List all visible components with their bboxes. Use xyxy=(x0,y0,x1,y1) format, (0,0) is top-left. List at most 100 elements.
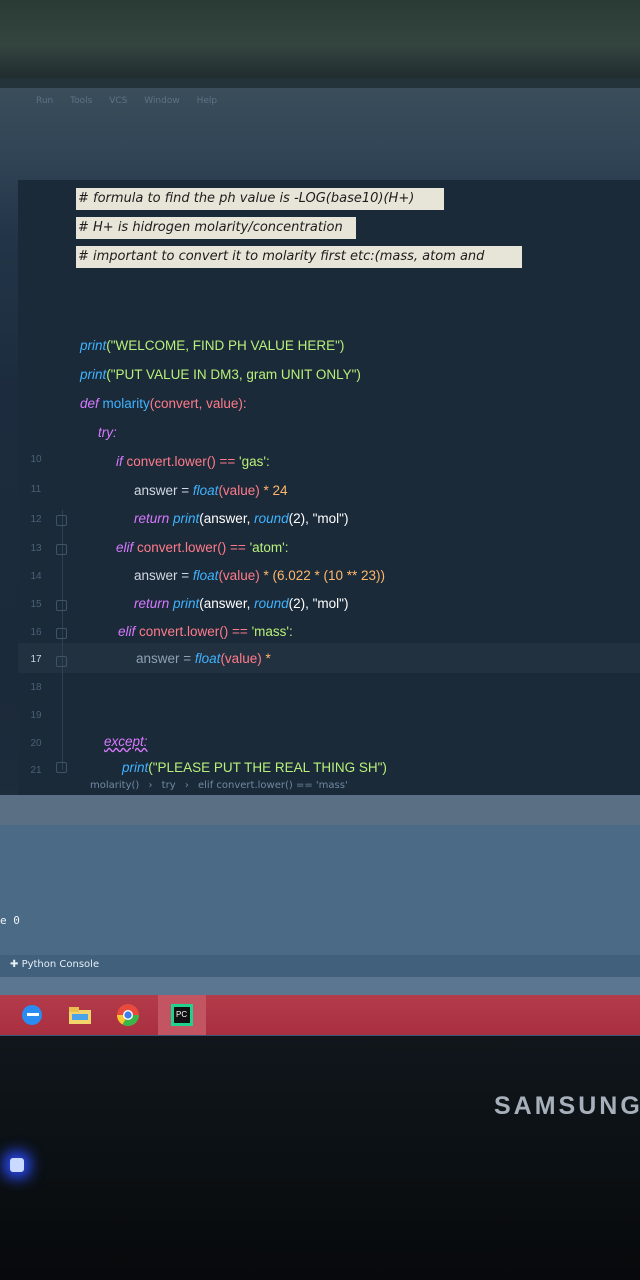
code-line-elif-atom[interactable]: elif convert.lower() == 'atom': xyxy=(116,540,288,555)
line-number: 21 xyxy=(30,765,42,776)
code-line-answer-gas[interactable]: answer = float(value) * 24 xyxy=(134,483,287,498)
comment-line-2: # H+ is hidrogen molarity/concentration xyxy=(76,217,356,239)
expression: convert.lower() == xyxy=(135,624,252,639)
menu-run[interactable]: Run xyxy=(36,96,53,106)
menu-help[interactable]: Help xyxy=(197,96,218,106)
code-line-except[interactable]: except: xyxy=(104,734,148,749)
current-line-highlight xyxy=(18,643,640,673)
string-literal: ("PLEASE PUT THE REAL THING SH") xyxy=(148,760,387,775)
code-line-def-molarity[interactable]: def molarity(convert, value): xyxy=(80,396,247,411)
pycharm-icon[interactable]: PC xyxy=(168,1000,196,1028)
menu-tools[interactable]: Tools xyxy=(70,96,92,106)
arguments: (answer, xyxy=(199,511,255,526)
menu-vcs[interactable]: VCS xyxy=(109,96,127,106)
builtin-round: round xyxy=(254,511,289,526)
builtin-print: print xyxy=(122,760,149,775)
line-number: 13 xyxy=(30,543,42,554)
code-line-print-error[interactable]: print("PLEASE PUT THE REAL THING SH") xyxy=(122,760,387,775)
breadcrumb-item[interactable]: try xyxy=(162,780,176,791)
fold-marker-icon[interactable] xyxy=(56,600,67,611)
operator: * xyxy=(261,651,271,666)
argument: (value) xyxy=(220,651,262,666)
builtin-float: float xyxy=(192,568,219,583)
expression: convert.lower() == xyxy=(133,540,250,555)
fold-marker-icon[interactable] xyxy=(56,656,67,667)
edge-icon[interactable] xyxy=(18,1000,46,1028)
comment-line-1: # formula to find the ph value is -LOG(b… xyxy=(76,188,444,210)
breadcrumb: molarity() › try › elif convert.lower() … xyxy=(90,780,354,791)
line-number: 16 xyxy=(30,627,42,638)
fold-marker-icon[interactable] xyxy=(56,544,67,555)
python-console-label: Python Console xyxy=(21,959,100,970)
code-line-answer-atom[interactable]: answer = float(value) * (6.022 * (10 ** … xyxy=(134,568,385,583)
parameters: (convert, value): xyxy=(149,396,247,411)
keyword-try: try: xyxy=(98,425,117,440)
fold-marker-icon[interactable] xyxy=(56,762,67,773)
string-literal: 'gas': xyxy=(239,454,270,469)
assignment: answer = xyxy=(134,568,193,583)
code-line-return-atom[interactable]: return print(answer, round(2), "mol") xyxy=(134,596,348,611)
line-number: 11 xyxy=(30,484,42,495)
line-number: 19 xyxy=(30,710,42,721)
code-editor[interactable] xyxy=(18,180,640,795)
monitor-brand-logo: SAMSUNG xyxy=(494,1092,640,1120)
breadcrumb-item[interactable]: elif convert.lower() == 'mass' xyxy=(198,780,348,791)
assignment: answer = xyxy=(134,483,193,498)
comment-line-3: # important to convert it to molarity fi… xyxy=(76,246,522,268)
argument: (value) xyxy=(218,483,260,498)
chevron-right-icon: › xyxy=(184,780,189,791)
windows-taskbar xyxy=(0,995,640,1035)
fold-marker-icon[interactable] xyxy=(56,515,67,526)
builtin-float: float xyxy=(192,483,219,498)
line-number: 14 xyxy=(30,571,42,582)
arguments: (2), "mol") xyxy=(288,511,349,526)
code-line-if-gas[interactable]: if convert.lower() == 'gas': xyxy=(116,454,270,469)
builtin-float: float xyxy=(194,651,221,666)
side-label: e 0 xyxy=(0,914,20,927)
line-number: 12 xyxy=(30,514,42,525)
code-line-answer-mass[interactable]: answer = float(value) * xyxy=(136,651,271,666)
breadcrumb-item[interactable]: molarity() xyxy=(90,780,139,791)
builtin-round: round xyxy=(254,596,289,611)
keyword-return: return xyxy=(134,511,170,526)
code-line-print-unit[interactable]: print("PUT VALUE IN DM3, gram UNIT ONLY"… xyxy=(80,367,361,382)
keyword-except: except: xyxy=(104,734,148,749)
string-literal: ("WELCOME, FIND PH VALUE HERE") xyxy=(106,338,345,353)
builtin-print: print xyxy=(169,511,200,526)
code-line-return-gas[interactable]: return print(answer, round(2), "mol") xyxy=(134,511,348,526)
chevron-right-icon: › xyxy=(148,780,153,791)
keyword-elif: elif xyxy=(118,624,136,639)
string-literal: 'atom': xyxy=(249,540,289,555)
python-icon: ✚ xyxy=(10,959,22,970)
tool-window-area xyxy=(0,825,640,955)
status-bar xyxy=(0,977,640,995)
power-led-icon xyxy=(10,1158,24,1172)
builtin-print: print xyxy=(80,367,107,382)
number-literal: * (6.022 * (10 ** 23)) xyxy=(259,568,386,583)
keyword-if: if xyxy=(116,454,123,469)
file-explorer-icon[interactable] xyxy=(66,1000,94,1028)
svg-text:PC: PC xyxy=(176,1010,187,1019)
code-line-elif-mass[interactable]: elif convert.lower() == 'mass': xyxy=(118,624,293,639)
arguments: (answer, xyxy=(199,596,255,611)
number-literal: * 24 xyxy=(259,483,288,498)
chrome-icon[interactable] xyxy=(114,1000,142,1028)
line-number: 10 xyxy=(30,454,42,465)
code-line-print-welcome[interactable]: print("WELCOME, FIND PH VALUE HERE") xyxy=(80,338,344,353)
menu-window[interactable]: Window xyxy=(144,96,180,106)
builtin-print: print xyxy=(169,596,200,611)
assignment: answer = xyxy=(136,651,195,666)
fold-marker-icon[interactable] xyxy=(56,628,67,639)
ide-menubar: Run Tools VCS Window Help xyxy=(0,96,640,118)
line-number-current: 17 xyxy=(30,654,42,665)
string-literal: 'mass': xyxy=(251,624,293,639)
builtin-print: print xyxy=(80,338,107,353)
keyword-def: def xyxy=(80,396,99,411)
editor-bottom-band xyxy=(0,795,640,825)
monitor-top-background xyxy=(0,0,640,90)
python-console-tab[interactable]: ✚ Python Console xyxy=(10,959,99,970)
arguments: (2), "mol") xyxy=(288,596,349,611)
keyword-return: return xyxy=(134,596,170,611)
desk-background xyxy=(0,1180,640,1280)
code-line-try[interactable]: try: xyxy=(98,425,117,440)
